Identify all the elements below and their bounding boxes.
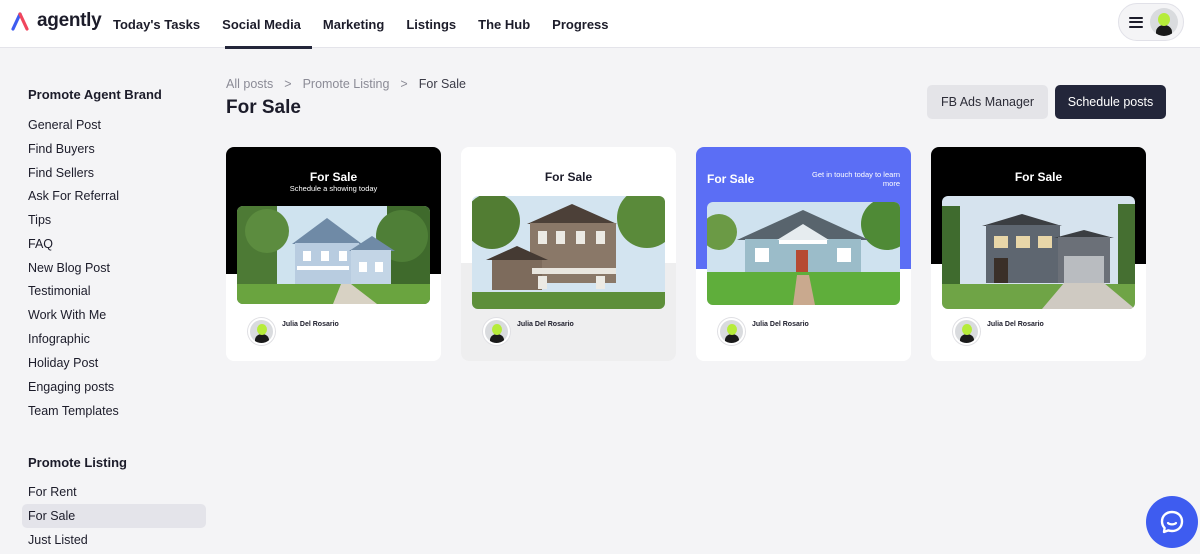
author-name: Julia Del Rosario xyxy=(517,321,574,328)
house-photo xyxy=(707,202,900,305)
breadcrumb-current: For Sale xyxy=(418,77,466,91)
breadcrumb-separator: > xyxy=(284,77,292,91)
nav-item-listings[interactable]: Listings xyxy=(395,0,467,48)
sidebar-section-title-promote-listing: Promote Listing xyxy=(28,455,127,470)
nav-item-the-hub[interactable]: The Hub xyxy=(467,0,541,48)
sidebar-item-just-listed[interactable]: Just Listed xyxy=(22,528,206,552)
sidebar-item-find-sellers[interactable]: Find Sellers xyxy=(22,161,206,185)
sidebar-item-infographic[interactable]: Infographic xyxy=(22,327,206,351)
post-template-card[interactable]: For Sale Schedule a showing today Julia … xyxy=(226,147,441,361)
chat-bubble-icon xyxy=(1160,510,1184,534)
card-author: Julia Del Rosario xyxy=(248,318,339,345)
fb-ads-manager-button[interactable]: FB Ads Manager xyxy=(927,85,1048,119)
card-heading: For Sale xyxy=(707,172,755,186)
sidebar-item-new-blog-post[interactable]: New Blog Post xyxy=(22,256,206,280)
sidebar-item-testimonial[interactable]: Testimonial xyxy=(22,279,206,303)
house-photo xyxy=(237,206,430,304)
nav-item-progress[interactable]: Progress xyxy=(541,0,619,48)
sidebar-item-general-post[interactable]: General Post xyxy=(22,113,206,137)
card-author: Julia Del Rosario xyxy=(483,318,574,345)
house-photo xyxy=(472,196,665,309)
sidebar-item-ask-for-referral[interactable]: Ask For Referral xyxy=(22,184,206,208)
sidebar-item-team-templates[interactable]: Team Templates xyxy=(22,399,206,423)
card-heading: For Sale xyxy=(1014,170,1063,184)
card-heading: For Sale xyxy=(309,170,358,184)
sidebar-item-for-rent[interactable]: For Rent xyxy=(22,480,206,504)
sidebar-item-engaging-posts[interactable]: Engaging posts xyxy=(22,375,206,399)
author-name: Julia Del Rosario xyxy=(282,321,339,328)
author-name: Julia Del Rosario xyxy=(987,321,1044,328)
avatar xyxy=(718,318,745,345)
avatar xyxy=(953,318,980,345)
sidebar-item-work-with-me[interactable]: Work With Me xyxy=(22,303,206,327)
card-subheading: Schedule a showing today xyxy=(289,184,378,193)
sidebar-item-faq[interactable]: FAQ xyxy=(22,232,206,256)
breadcrumb-separator: > xyxy=(400,77,408,91)
avatar xyxy=(248,318,275,345)
post-template-card[interactable]: For Sale Get in touch today to learn mor… xyxy=(696,147,911,361)
sidebar-item-tips[interactable]: Tips xyxy=(22,208,206,232)
post-template-card[interactable]: For Sale Julia Del Rosario xyxy=(931,147,1146,361)
sidebar-item-for-sale[interactable]: For Sale xyxy=(22,504,206,528)
sidebar-section-title-agent-brand: Promote Agent Brand xyxy=(28,87,162,102)
house-photo xyxy=(942,196,1135,309)
logo[interactable]: agently xyxy=(11,10,102,32)
nav-item-todays-tasks[interactable]: Today's Tasks xyxy=(102,0,211,48)
schedule-posts-button[interactable]: Schedule posts xyxy=(1055,85,1166,119)
agently-logo-icon xyxy=(11,12,29,31)
sidebar-item-holiday-post[interactable]: Holiday Post xyxy=(22,351,206,375)
post-template-card[interactable]: For Sale Julia Del Rosario xyxy=(461,147,676,361)
author-name: Julia Del Rosario xyxy=(752,321,809,328)
card-author: Julia Del Rosario xyxy=(953,318,1044,345)
breadcrumb-link-promote-listing[interactable]: Promote Listing xyxy=(303,77,390,91)
nav-item-social-media[interactable]: Social Media xyxy=(211,0,312,49)
main-nav: Today's Tasks Social Media Marketing Lis… xyxy=(102,0,620,49)
hamburger-menu-icon xyxy=(1129,16,1143,28)
page-title: For Sale xyxy=(226,97,301,118)
breadcrumb-link-all-posts[interactable]: All posts xyxy=(226,77,273,91)
profile-menu-button[interactable] xyxy=(1118,3,1184,41)
card-author: Julia Del Rosario xyxy=(718,318,809,345)
card-heading: For Sale xyxy=(544,170,593,184)
top-navigation-bar: agently Today's Tasks Social Media Marke… xyxy=(0,0,1200,49)
nav-item-marketing[interactable]: Marketing xyxy=(312,0,395,48)
sidebar: Promote Agent Brand General Post Find Bu… xyxy=(0,48,214,554)
sidebar-item-find-buyers[interactable]: Find Buyers xyxy=(22,137,206,161)
avatar xyxy=(483,318,510,345)
logo-text: agently xyxy=(37,10,102,31)
card-subheading: Get in touch today to learn more xyxy=(812,170,900,188)
breadcrumb: All posts > Promote Listing > For Sale xyxy=(226,77,466,91)
chat-support-button[interactable] xyxy=(1146,496,1198,548)
avatar xyxy=(1150,8,1178,36)
